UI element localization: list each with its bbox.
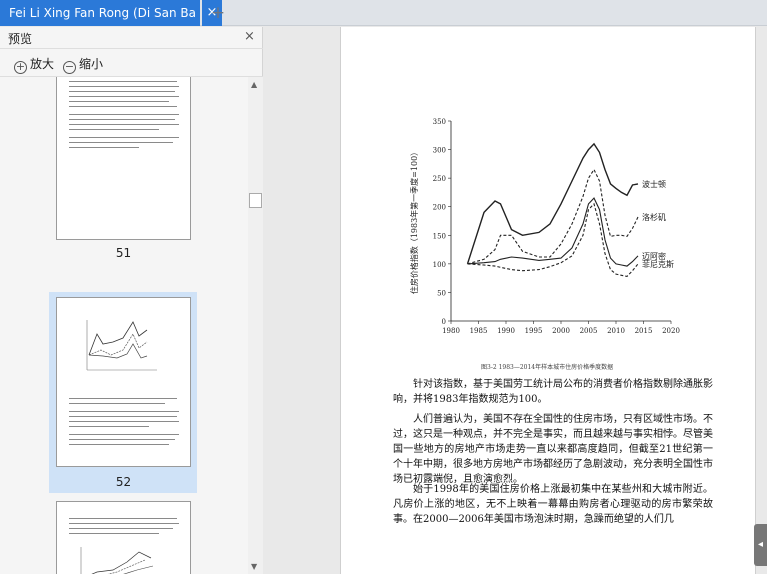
thumbnail-chart-53: [80, 547, 154, 574]
scrollbar-thumb[interactable]: [249, 193, 262, 208]
paragraph-2: 人们普遍认为，美国不存在全国性的住房市场，只有区域性市场。不过，这只是一种观点，…: [393, 414, 713, 485]
new-tab-icon[interactable]: +: [207, 2, 229, 24]
zoom-in-label: 放大: [30, 57, 55, 71]
sidebar-close-icon[interactable]: ×: [244, 29, 255, 44]
paragraph-1: 针对该指数，基于美国劳工统计局公布的消费者价格指数剔除通胀影响，并将1983年指…: [393, 379, 713, 405]
series-label-2: 洛杉矶: [642, 212, 666, 222]
x-tick-label: 2020: [662, 327, 680, 335]
series-label-4: 菲尼克斯: [642, 259, 674, 269]
page-label-52: 52: [115, 475, 132, 489]
tab-bar: Fei Li Xing Fan Rong (Di San Ba × +: [0, 0, 767, 26]
page-thumbnail-52[interactable]: [56, 297, 191, 467]
y-tick-label: 0: [442, 318, 446, 326]
thumbnail-chart: [86, 320, 157, 371]
x-tick-label: 2000: [552, 327, 570, 335]
preview-sidebar: 预览 × + 放大 − 缩小 51 52 ▲ ▼: [0, 27, 263, 574]
y-tick-label: 200: [433, 204, 446, 212]
y-tick-label: 350: [433, 118, 446, 126]
y-tick-label: 250: [433, 175, 446, 183]
zoom-out-button[interactable]: − 缩小: [63, 55, 103, 74]
figure-caption: 图3-2 1983—2014年样本城市住房价格季度数据: [481, 364, 614, 371]
series-line-3: [467, 197, 639, 267]
y-tick-label: 300: [433, 147, 446, 155]
y-tick-label: 50: [437, 289, 446, 297]
document-page: 0 50 100 150 200 250 300 350 1980 1985 1990 1995 200…: [340, 27, 756, 574]
x-tick-label: 1995: [525, 327, 543, 335]
sidebar-title: 预览: [8, 32, 33, 46]
series-label-1: 波士顿: [642, 179, 666, 189]
scroll-up-icon[interactable]: ▲: [251, 80, 257, 89]
x-tick-label: 2015: [635, 327, 653, 335]
zoom-in-button[interactable]: + 放大: [14, 55, 54, 74]
house-price-chart: 0 50 100 150 200 250 300 350 1980 1985 1990 1995 200…: [409, 118, 680, 335]
side-panel-handle[interactable]: ◂: [754, 524, 767, 566]
document-tab[interactable]: Fei Li Xing Fan Rong (Di San Ba: [0, 0, 200, 26]
sidebar-header: 预览 ×: [0, 27, 263, 49]
y-tick-label: 150: [433, 232, 446, 240]
x-tick-label: 1990: [497, 327, 515, 335]
y-tick-label: 100: [433, 261, 446, 269]
page-thumbnail-51[interactable]: [56, 77, 191, 240]
series-line-4: [467, 202, 639, 277]
zoom-out-icon: −: [63, 60, 76, 74]
y-axis-label: 住房价格指数（1983年第一季度=100）: [409, 148, 419, 294]
tab-title: Fei Li Xing Fan Rong (Di San Ba: [9, 6, 197, 20]
series-line-2: [467, 168, 639, 265]
zoom-in-icon: +: [14, 60, 27, 74]
document-viewer: 0 50 100 150 200 250 300 350 1980 1985 1990 1995 200…: [264, 27, 767, 574]
page-label-51: 51: [115, 246, 132, 260]
sidebar-scrollbar[interactable]: ▲ ▼: [248, 77, 263, 574]
x-tick-label: 1985: [470, 327, 488, 335]
zoom-toolbar: + 放大 − 缩小: [0, 49, 263, 77]
zoom-out-label: 缩小: [79, 57, 104, 71]
series-line-1: [466, 142, 639, 265]
x-tick-label: 2005: [580, 327, 598, 335]
paragraph-3: 始于1998年的美国住房价格上涨最初集中在某些州和大城市附近。凡房价上涨的地区，…: [393, 484, 713, 525]
x-tick-label: 2010: [607, 327, 625, 335]
thumbnail-list: 51 52: [0, 77, 248, 574]
page-thumbnail-53[interactable]: [56, 501, 191, 574]
scroll-down-icon[interactable]: ▼: [251, 562, 257, 571]
x-tick-label: 1980: [442, 327, 460, 335]
